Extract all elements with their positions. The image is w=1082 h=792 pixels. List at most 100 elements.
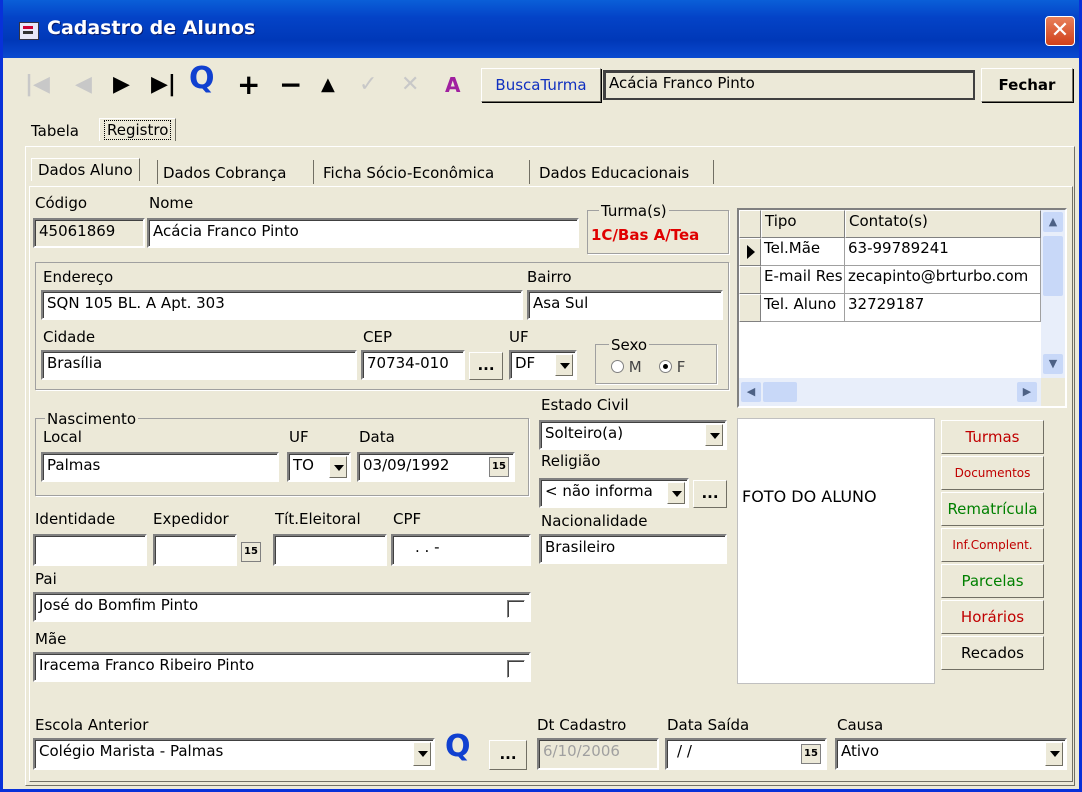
contact-tipo-cell[interactable]: Tel.Mãe — [761, 238, 845, 266]
estado-civil-label: Estado Civil — [541, 396, 629, 414]
cpf-label: CPF — [393, 510, 422, 528]
col-tipo-header[interactable]: Tipo — [761, 210, 845, 238]
nome-label: Nome — [149, 194, 194, 212]
horarios-button[interactable]: Horários — [941, 600, 1044, 634]
calendar-icon[interactable]: 15 — [801, 744, 821, 764]
calendar-icon[interactable]: 15 — [241, 542, 261, 562]
tab-divider — [529, 160, 530, 184]
cep-lookup-button[interactable]: ... — [469, 352, 503, 380]
endereco-field[interactable]: SQN 105 BL. A Apt. 303 — [41, 290, 523, 320]
chevron-down-icon[interactable] — [555, 354, 573, 376]
tab-tabela[interactable]: Tabela — [31, 122, 79, 140]
last-record-button[interactable]: ▶| — [151, 72, 176, 98]
estado-civil-select[interactable]: Solteiro(a) — [539, 420, 727, 450]
scroll-right-icon[interactable]: ▶ — [1017, 382, 1037, 402]
bairro-field[interactable]: Asa Sul — [527, 290, 723, 320]
turma-label: Turma(s) — [599, 202, 669, 220]
chevron-down-icon[interactable] — [705, 424, 723, 446]
font-icon[interactable]: A — [445, 72, 460, 98]
tab-dados-cobranca[interactable]: Dados Cobrança — [163, 164, 287, 182]
sexo-label: Sexo — [609, 336, 650, 354]
contact-value-cell[interactable]: 63-99789241 — [845, 238, 1041, 266]
recados-button[interactable]: Recados — [941, 636, 1044, 670]
pai-field[interactable]: José do Bomfim Pinto — [33, 592, 531, 622]
prev-record-button[interactable]: ◀ — [75, 72, 92, 98]
horizontal-scrollbar[interactable]: ◀ ▶ — [739, 378, 1041, 406]
nome-field[interactable]: Acácia Franco Pinto — [147, 218, 579, 248]
turma-value: 1C/Bas A/Tea — [591, 226, 700, 244]
pai-label: Pai — [35, 570, 57, 588]
edit-record-button[interactable]: ▲ — [321, 72, 335, 98]
hscroll-thumb[interactable] — [763, 382, 797, 402]
title-bar[interactable]: Cadastro de Alunos ✕ — [3, 0, 1079, 58]
first-record-button[interactable]: |◀ — [25, 72, 50, 98]
nacionalidade-field[interactable]: Brasileiro — [539, 534, 727, 564]
nasc-uf-label: UF — [289, 428, 309, 446]
grid-corner — [739, 210, 761, 238]
tab-dados-aluno[interactable]: Dados Aluno — [31, 158, 140, 181]
cep-label: CEP — [363, 328, 392, 346]
documentos-button[interactable]: Documentos — [941, 456, 1044, 490]
add-record-button[interactable]: + — [237, 71, 260, 99]
chevron-down-icon[interactable] — [1045, 742, 1063, 766]
cidade-field[interactable]: Brasília — [41, 350, 357, 380]
scroll-thumb[interactable] — [1043, 236, 1063, 296]
titulo-eleitoral-field[interactable] — [273, 534, 387, 566]
rematricula-button[interactable]: Rematrícula — [941, 492, 1044, 526]
religiao-value: < não informa — [545, 482, 653, 500]
cancel-edit-button[interactable]: ✕ — [401, 72, 419, 98]
search-icon[interactable]: Q — [189, 64, 215, 94]
religiao-select[interactable]: < não informa — [539, 478, 689, 508]
scroll-up-icon[interactable]: ▲ — [1043, 212, 1063, 232]
inf-complent-button[interactable]: Inf.Complent. — [941, 528, 1044, 562]
local-field[interactable]: Palmas — [41, 452, 279, 482]
estado-civil-value: Solteiro(a) — [545, 424, 624, 442]
mae-label: Mãe — [35, 630, 67, 648]
vertical-scrollbar[interactable]: ▲ ▼ — [1041, 210, 1065, 378]
calendar-icon[interactable]: 15 — [489, 457, 509, 477]
identidade-label: Identidade — [35, 510, 116, 528]
tab-registro[interactable]: Registro — [99, 118, 177, 141]
religiao-lookup-button[interactable]: ... — [693, 480, 727, 508]
mae-field[interactable]: Iracema Franco Ribeiro Pinto — [33, 652, 531, 682]
escola-anterior-value: Colégio Marista - Palmas — [39, 742, 224, 760]
chevron-down-icon[interactable] — [329, 456, 347, 478]
tab-ficha-socio[interactable]: Ficha Sócio-Econômica — [323, 164, 494, 182]
search-icon[interactable]: Q — [445, 732, 471, 762]
mae-checkbox[interactable] — [507, 660, 525, 678]
turmas-button[interactable]: Turmas — [941, 420, 1044, 454]
contacts-grid[interactable]: Tipo Contato(s) Tel.Mãe 63-99789241 E-ma… — [737, 208, 1067, 408]
confirm-edit-button[interactable]: ✓ — [359, 72, 377, 98]
scroll-down-icon[interactable]: ▼ — [1043, 354, 1063, 374]
close-button[interactable]: ✕ — [1045, 16, 1075, 46]
escola-lookup-button[interactable]: ... — [489, 740, 527, 770]
causa-select[interactable]: Ativo — [835, 738, 1067, 770]
scroll-left-icon[interactable]: ◀ — [741, 382, 761, 402]
cpf-field[interactable]: . . - — [391, 534, 531, 566]
photo-label: FOTO DO ALUNO — [742, 487, 877, 506]
delete-record-button[interactable]: − — [279, 71, 302, 99]
col-contato-header[interactable]: Contato(s) — [845, 210, 1041, 238]
sexo-f-radio[interactable]: F — [659, 358, 685, 376]
expedidor-field[interactable] — [153, 534, 237, 566]
chevron-down-icon[interactable] — [667, 482, 685, 504]
next-record-button[interactable]: ▶ — [113, 72, 130, 98]
chevron-down-icon[interactable] — [413, 742, 431, 766]
cep-field[interactable]: 70734-010 — [361, 350, 465, 380]
tab-dados-educacionais[interactable]: Dados Educacionais — [539, 164, 689, 182]
local-label: Local — [43, 428, 82, 446]
fechar-button[interactable]: Fechar — [981, 68, 1073, 102]
contact-value-cell[interactable]: 32729187 — [845, 294, 1041, 322]
escola-anterior-select[interactable]: Colégio Marista - Palmas — [33, 738, 435, 770]
contact-tipo-cell[interactable]: E-mail Res — [761, 266, 845, 294]
busca-turma-button[interactable]: BuscaTurma — [481, 68, 601, 102]
sexo-m-radio[interactable]: M — [611, 358, 642, 376]
uf-select[interactable]: DF — [509, 350, 577, 380]
nasc-uf-select[interactable]: TO — [287, 452, 351, 482]
photo-box[interactable]: FOTO DO ALUNO — [737, 418, 935, 684]
parcelas-button[interactable]: Parcelas — [941, 564, 1044, 598]
identidade-field[interactable] — [33, 534, 147, 566]
contact-tipo-cell[interactable]: Tel. Aluno — [761, 294, 845, 322]
contact-value-cell[interactable]: zecapinto@brturbo.com — [845, 266, 1041, 294]
pai-checkbox[interactable] — [507, 600, 525, 618]
